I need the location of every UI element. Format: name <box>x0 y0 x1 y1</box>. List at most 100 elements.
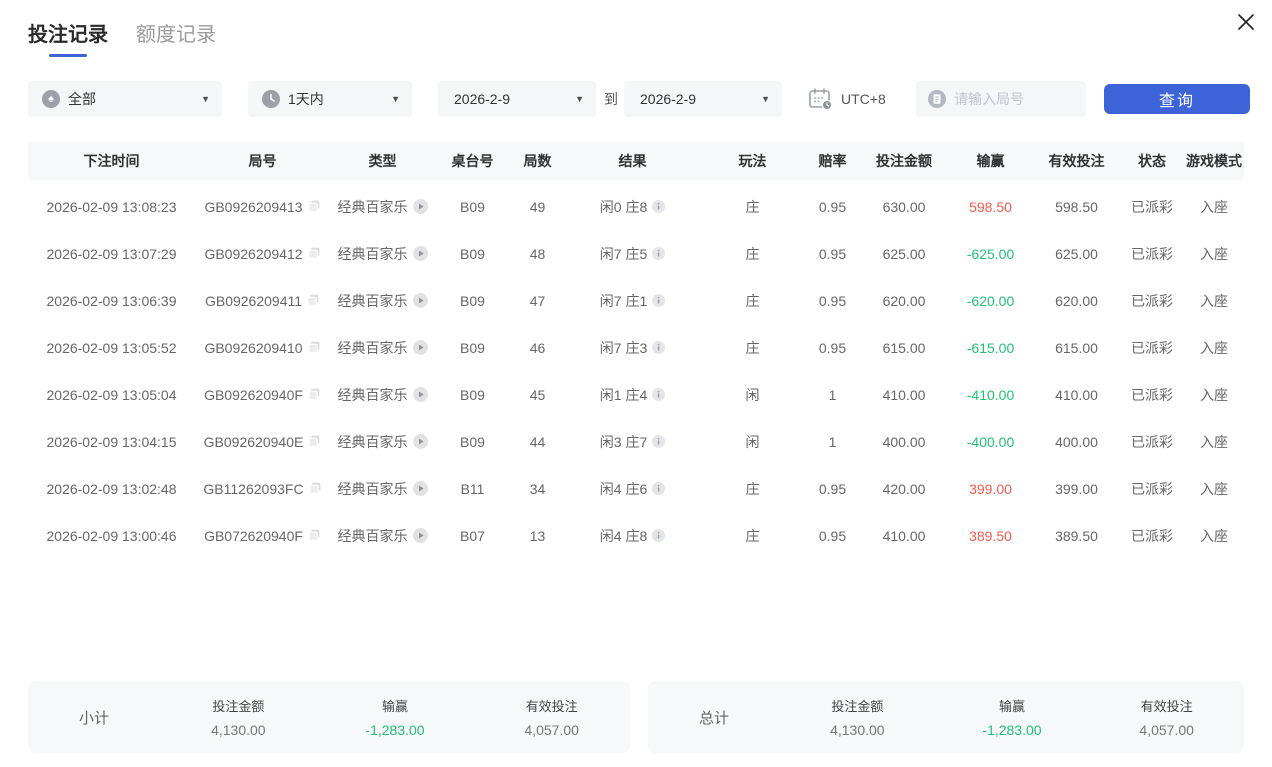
cell-valid-bet: 399.00 <box>1033 465 1120 512</box>
cell-type: 经典百家乐 <box>330 183 435 230</box>
close-button[interactable] <box>1232 8 1260 36</box>
cell-bet-amount: 400.00 <box>860 418 948 465</box>
cell-round-count: 46 <box>510 324 565 371</box>
tab-quota-records-label: 额度记录 <box>136 24 216 46</box>
play-video-icon[interactable] <box>413 387 428 402</box>
copy-icon[interactable] <box>308 200 321 213</box>
date-from-select[interactable]: 2026-2-9 ▼ <box>438 81 596 117</box>
table-row: 2026-02-09 13:04:15GB092620940E经典百家乐B094… <box>28 418 1244 465</box>
game-type-value: 全部 <box>68 89 96 109</box>
cell-table-no: B09 <box>435 371 510 418</box>
stat-value: 4,057.00 <box>473 722 630 738</box>
cell-round-id: GB092620940F <box>195 371 330 418</box>
col-round-id: 局号 <box>195 142 330 180</box>
total-bet-amount: 投注金额 4,130.00 <box>780 696 935 738</box>
table-body: 2026-02-09 13:08:23GB0926209413经典百家乐B094… <box>0 183 1272 559</box>
cell-play: 闲 <box>700 418 805 465</box>
info-icon[interactable] <box>652 482 665 495</box>
cell-type: 经典百家乐 <box>330 465 435 512</box>
filter-bar: ♠ 全部 ▼ 1天内 ▼ 2026-2-9 ▼ 到 2026-2-9 ▼ <box>0 81 1272 117</box>
cell-round-count: 44 <box>510 418 565 465</box>
subtotal-valid-bet: 有效投注 4,057.00 <box>473 696 630 738</box>
copy-icon[interactable] <box>307 294 320 307</box>
cell-type: 经典百家乐 <box>330 230 435 277</box>
stat-label: 输赢 <box>935 696 1090 715</box>
tab-bet-records[interactable]: 投注记录 <box>28 18 108 57</box>
cell-round-id: GB0926209410 <box>195 324 330 371</box>
cell-table-no: B09 <box>435 418 510 465</box>
result-text: 闲7 庄1 <box>600 291 647 311</box>
cell-win-loss: 598.50 <box>948 183 1033 230</box>
cell-table-no: B07 <box>435 512 510 559</box>
round-number-field[interactable] <box>916 81 1086 117</box>
date-to-select[interactable]: 2026-2-9 ▼ <box>624 81 782 117</box>
copy-icon[interactable] <box>308 341 321 354</box>
copy-icon[interactable] <box>308 529 321 542</box>
col-round-count: 局数 <box>510 142 565 180</box>
copy-icon[interactable] <box>308 435 321 448</box>
active-tab-underline <box>49 54 87 57</box>
stat-value: -1,283.00 <box>317 722 474 738</box>
type-text: 经典百家乐 <box>338 385 408 405</box>
time-range-select[interactable]: 1天内 ▼ <box>248 81 412 117</box>
info-icon[interactable] <box>652 529 665 542</box>
copy-icon[interactable] <box>308 247 321 260</box>
round-id-text: GB0926209412 <box>204 246 302 262</box>
round-id-text: GB092620940E <box>204 434 304 450</box>
type-text: 经典百家乐 <box>338 244 408 264</box>
col-bet-amount: 投注金额 <box>860 142 948 180</box>
cell-game-mode: 入座 <box>1184 183 1244 230</box>
cell-game-mode: 入座 <box>1184 465 1244 512</box>
subtotal-title: 小计 <box>28 707 160 728</box>
cell-bet-amount: 420.00 <box>860 465 948 512</box>
play-video-icon[interactable] <box>413 434 428 449</box>
table-row: 2026-02-09 13:05:04GB092620940F经典百家乐B094… <box>28 371 1244 418</box>
cell-odds: 0.95 <box>805 512 860 559</box>
total-win-loss: 输赢 -1,283.00 <box>935 696 1090 738</box>
play-video-icon[interactable] <box>413 293 428 308</box>
cell-table-no: B09 <box>435 183 510 230</box>
clock-circle-icon <box>262 90 280 108</box>
query-button[interactable]: 查询 <box>1104 84 1250 114</box>
cell-play: 庄 <box>700 183 805 230</box>
cell-round-id: GB0926209413 <box>195 183 330 230</box>
game-type-select[interactable]: ♠ 全部 ▼ <box>28 81 222 117</box>
info-icon[interactable] <box>652 247 665 260</box>
copy-icon[interactable] <box>309 482 322 495</box>
cell-result: 闲4 庄8 <box>565 512 700 559</box>
info-icon[interactable] <box>652 435 665 448</box>
cell-valid-bet: 400.00 <box>1033 418 1120 465</box>
info-icon[interactable] <box>652 388 665 401</box>
info-icon[interactable] <box>652 341 665 354</box>
cell-type: 经典百家乐 <box>330 371 435 418</box>
tab-quota-records[interactable]: 额度记录 <box>136 18 216 57</box>
info-icon[interactable] <box>652 200 665 213</box>
play-video-icon[interactable] <box>413 340 428 355</box>
round-number-input[interactable] <box>954 91 1069 107</box>
result-text: 闲1 庄4 <box>600 385 647 405</box>
copy-icon[interactable] <box>308 388 321 401</box>
type-text: 经典百家乐 <box>338 291 408 311</box>
table-row: 2026-02-09 13:06:39GB0926209411经典百家乐B094… <box>28 277 1244 324</box>
bet-records-dialog: 投注记录 额度记录 ♠ 全部 ▼ 1天内 ▼ 2026-2-9 ▼ <box>0 0 1272 767</box>
chevron-down-icon: ▼ <box>761 94 770 104</box>
play-video-icon[interactable] <box>413 481 428 496</box>
play-video-icon[interactable] <box>413 199 428 214</box>
play-video-icon[interactable] <box>413 528 428 543</box>
subtotal-bet-amount: 投注金额 4,130.00 <box>160 696 317 738</box>
cell-status: 已派彩 <box>1120 418 1184 465</box>
date-from-value: 2026-2-9 <box>454 91 510 107</box>
col-odds: 赔率 <box>805 142 860 180</box>
cell-round-id: GB092620940E <box>195 418 330 465</box>
info-icon[interactable] <box>652 294 665 307</box>
col-valid-bet: 有效投注 <box>1033 142 1120 180</box>
play-video-icon[interactable] <box>413 246 428 261</box>
col-table-no: 桌台号 <box>435 142 510 180</box>
timezone-display[interactable]: UTC+8 <box>808 81 886 117</box>
chevron-down-icon: ▼ <box>575 94 584 104</box>
cell-bet-amount: 630.00 <box>860 183 948 230</box>
cell-game-mode: 入座 <box>1184 418 1244 465</box>
cell-bet-amount: 410.00 <box>860 512 948 559</box>
cell-win-loss: -620.00 <box>948 277 1033 324</box>
cell-status: 已派彩 <box>1120 371 1184 418</box>
